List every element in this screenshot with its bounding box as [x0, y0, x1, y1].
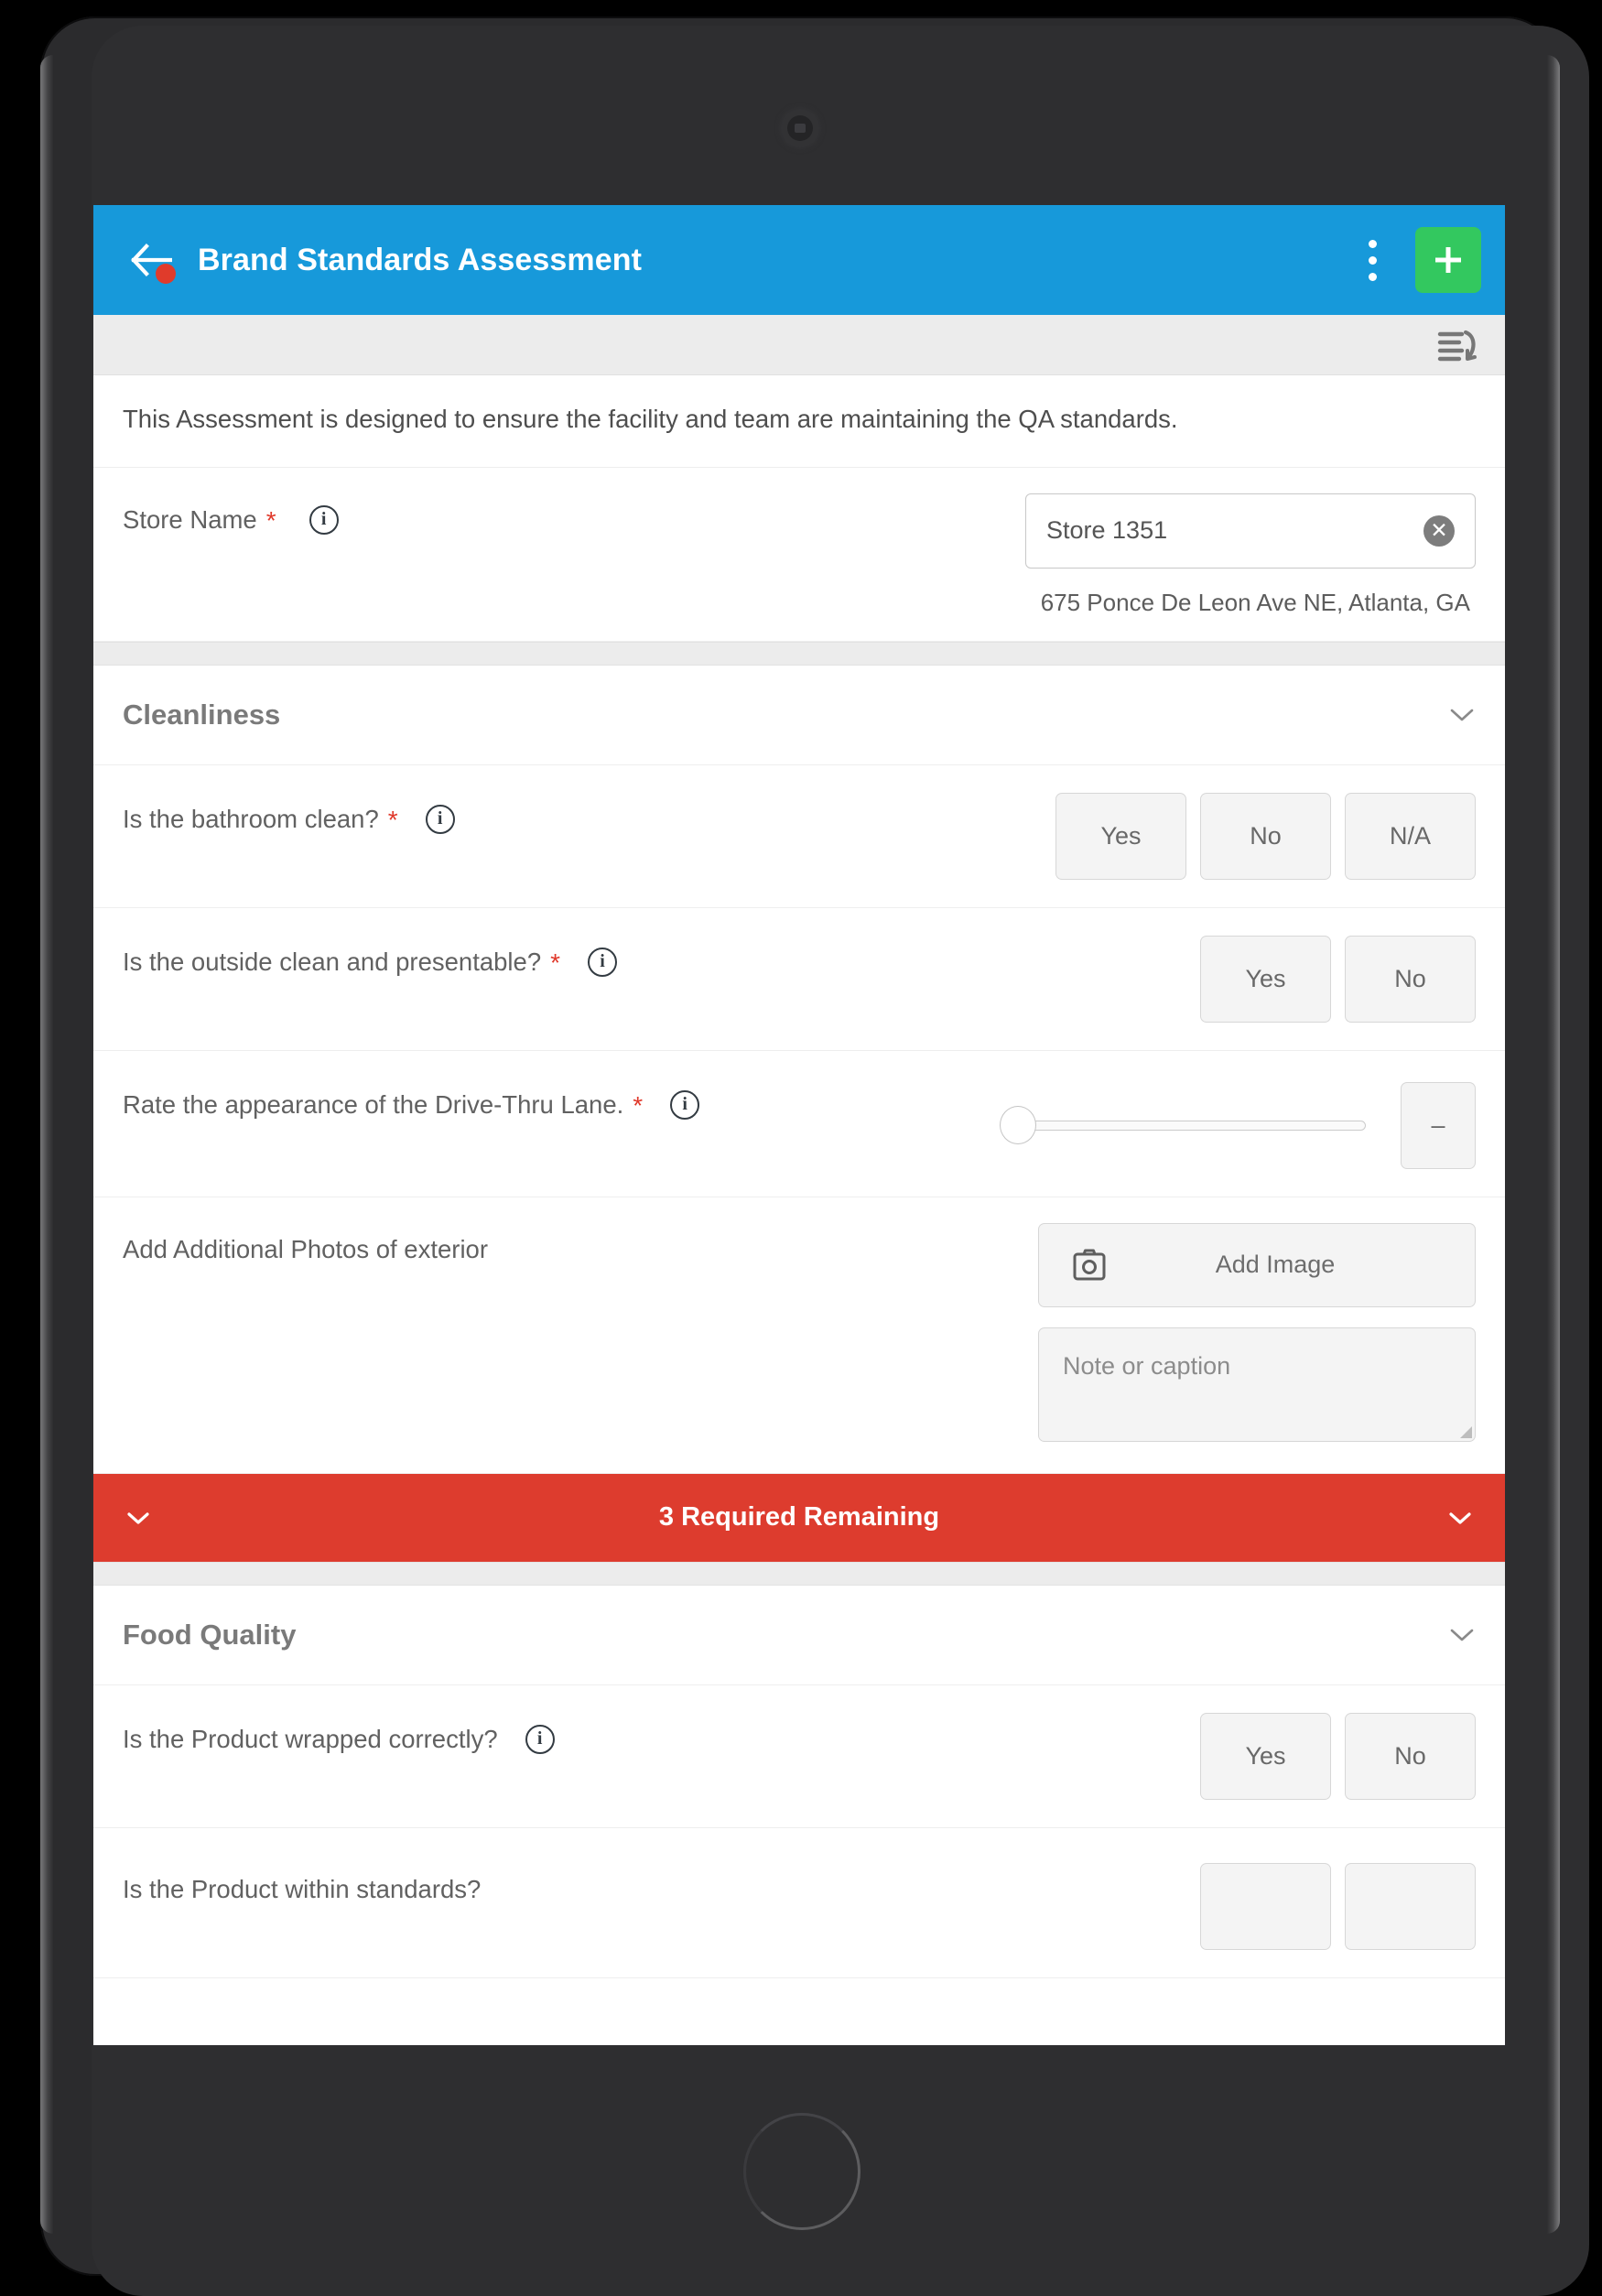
- question-control: Yes No: [1200, 1712, 1476, 1800]
- required-marker: *: [265, 505, 276, 535]
- store-name-value: Store 1351: [1046, 516, 1168, 545]
- required-marker: *: [550, 948, 561, 977]
- choice-group: Yes No: [1200, 935, 1476, 1023]
- camera-icon: [1073, 1249, 1106, 1281]
- question-label: Is the Product wrapped correctly?: [123, 1724, 498, 1753]
- chevron-down-icon-left[interactable]: [126, 1511, 150, 1525]
- section-header-food-quality[interactable]: Food Quality: [93, 1586, 1505, 1685]
- page-title: Brand Standards Assessment: [198, 242, 643, 277]
- choice-no-button[interactable]: No: [1345, 935, 1476, 1023]
- required-marker: *: [387, 805, 398, 834]
- question-row: Add Additional Photos of exterior Add Im…: [93, 1197, 1505, 1474]
- section-title: Food Quality: [123, 1618, 297, 1651]
- question-row: Is the outside clean and presentable? * …: [93, 908, 1505, 1051]
- store-address: 675 Ponce De Leon Ave NE, Atlanta, GA: [1040, 588, 1470, 616]
- slider-track[interactable]: [1016, 1120, 1366, 1131]
- required-remaining-label: 3 Required Remaining: [658, 1502, 940, 1532]
- choice-group: [1200, 1862, 1476, 1950]
- info-icon[interactable]: i: [308, 505, 339, 536]
- choice-yes-button[interactable]: Yes: [1055, 792, 1186, 880]
- add-image-button[interactable]: Add Image: [1038, 1222, 1476, 1307]
- question-label-group: Add Additional Photos of exterior: [123, 1223, 1038, 1265]
- info-icon[interactable]: i: [425, 805, 455, 835]
- slider-value-box: –: [1401, 1081, 1476, 1169]
- choice-yes-button[interactable]: Yes: [1200, 1712, 1331, 1800]
- tablet-screen: Brand Standards Assessment This Assessme…: [93, 205, 1505, 2045]
- form-content: This Assessment is designed to ensure th…: [93, 375, 1505, 1978]
- slider-thumb[interactable]: [1000, 1106, 1036, 1145]
- question-row: Is the Product wrapped correctly? i Yes …: [93, 1685, 1505, 1828]
- choice-group: Yes No N/A: [1055, 792, 1476, 880]
- choice-yes-button[interactable]: Yes: [1200, 935, 1331, 1023]
- back-badge-dot: [156, 264, 176, 284]
- add-button[interactable]: [1415, 227, 1481, 293]
- clear-icon[interactable]: ✕: [1423, 514, 1455, 547]
- back-button[interactable]: [123, 232, 179, 288]
- home-button-icon[interactable]: [743, 2113, 861, 2230]
- note-caption-input[interactable]: Note or caption: [1038, 1327, 1476, 1442]
- sub-toolbar: [93, 315, 1505, 375]
- question-control: –: [1000, 1078, 1476, 1169]
- choice-yes-button[interactable]: [1200, 1862, 1331, 1950]
- choice-group: Yes No: [1200, 1712, 1476, 1800]
- question-row: Rate the appearance of the Drive-Thru La…: [93, 1051, 1505, 1197]
- question-label: Is the outside clean and presentable?: [123, 948, 542, 977]
- question-label-group: Is the Product wrapped correctly? i: [123, 1713, 1200, 1755]
- store-name-row: Store Name * i Store 1351 ✕ 675 Ponce De…: [93, 468, 1505, 642]
- intro-description: This Assessment is designed to ensure th…: [93, 375, 1505, 468]
- chevron-down-icon[interactable]: [1450, 708, 1474, 722]
- front-camera-icon: [787, 115, 813, 141]
- section-divider: [93, 1561, 1505, 1586]
- question-label: Is the Product within standards?: [123, 1874, 482, 1903]
- choice-na-button[interactable]: N/A: [1345, 792, 1476, 880]
- chevron-down-icon-right[interactable]: [1448, 1511, 1472, 1525]
- store-name-label: Store Name: [123, 505, 257, 535]
- rating-slider[interactable]: [1000, 1106, 1366, 1145]
- add-image-label: Add Image: [1215, 1251, 1336, 1279]
- section-divider: [93, 641, 1505, 666]
- bezel-edge-left: [40, 55, 53, 2234]
- bezel-edge-right: [1547, 55, 1560, 2234]
- jump-to-section-icon[interactable]: [1437, 327, 1478, 363]
- info-icon[interactable]: i: [588, 948, 618, 978]
- store-name-input[interactable]: Store 1351 ✕: [1025, 493, 1476, 569]
- info-icon[interactable]: i: [670, 1090, 700, 1121]
- section-title: Cleanliness: [123, 698, 281, 731]
- info-icon[interactable]: i: [525, 1724, 555, 1754]
- plus-icon: [1435, 247, 1461, 273]
- question-control: Add Image Note or caption: [1038, 1222, 1476, 1442]
- question-label-group: Is the Product within standards?: [123, 1863, 1200, 1905]
- choice-no-button[interactable]: No: [1200, 792, 1331, 880]
- required-remaining-banner[interactable]: 3 Required Remaining: [93, 1473, 1505, 1562]
- question-label: Rate the appearance of the Drive-Thru La…: [123, 1090, 624, 1120]
- question-label: Is the bathroom clean?: [123, 805, 379, 834]
- app-bar: Brand Standards Assessment: [93, 205, 1505, 315]
- required-marker: *: [633, 1090, 644, 1120]
- question-row: Is the Product within standards?: [93, 1828, 1505, 1978]
- question-label-group: Is the outside clean and presentable? * …: [123, 936, 1200, 979]
- choice-no-button[interactable]: No: [1345, 1712, 1476, 1800]
- store-name-control: Store 1351 ✕ 675 Ponce De Leon Ave NE, A…: [1025, 493, 1476, 617]
- question-row: Is the bathroom clean? * i Yes No N/A: [93, 765, 1505, 908]
- question-control: [1200, 1862, 1476, 1950]
- question-label-group: Is the bathroom clean? * i: [123, 793, 1055, 836]
- question-control: Yes No N/A: [1055, 792, 1476, 880]
- store-name-label-group: Store Name * i: [123, 493, 1025, 536]
- question-label: Add Additional Photos of exterior: [123, 1234, 489, 1263]
- kebab-menu-icon[interactable]: [1346, 228, 1399, 292]
- chevron-down-icon[interactable]: [1450, 1628, 1474, 1642]
- choice-no-button[interactable]: [1345, 1862, 1476, 1950]
- section-header-cleanliness[interactable]: Cleanliness: [93, 666, 1505, 765]
- question-label-group: Rate the appearance of the Drive-Thru La…: [123, 1078, 1000, 1121]
- question-control: Yes No: [1200, 935, 1476, 1023]
